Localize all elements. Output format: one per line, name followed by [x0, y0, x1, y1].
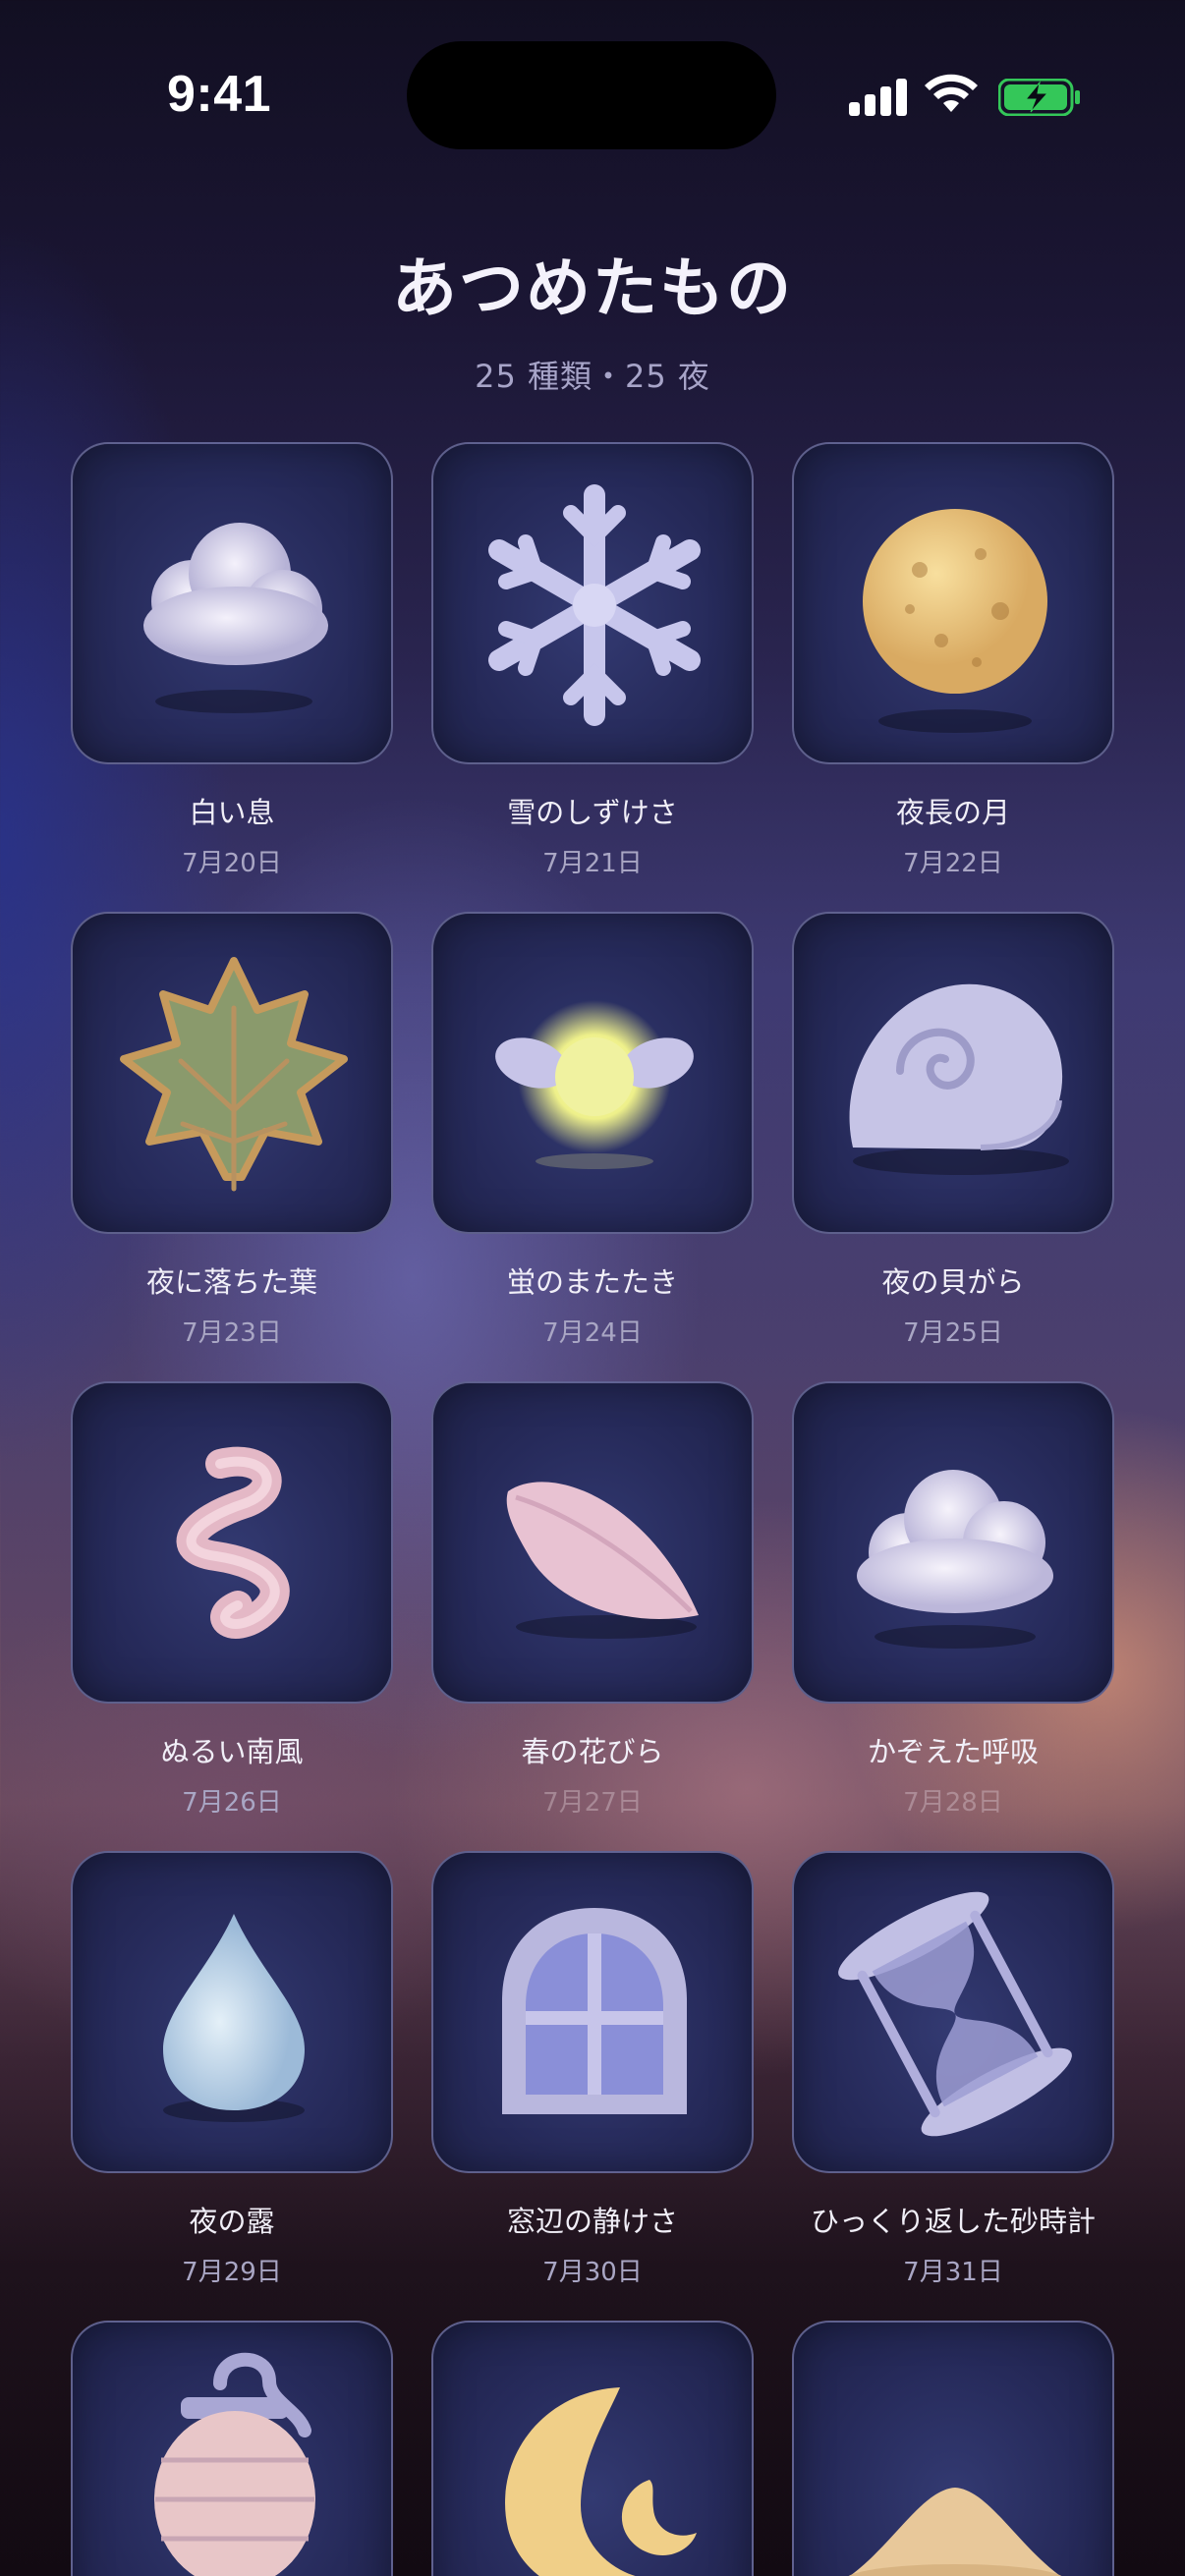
item-name: かぞえた呼吸 — [867, 1735, 1039, 1768]
item-date: 7月21日 — [542, 849, 643, 878]
snowflake-icon — [488, 484, 701, 726]
item-name: 窓辺の静けさ — [506, 2205, 678, 2238]
item-tile[interactable] — [71, 442, 393, 764]
item-name: 夜の貝がら — [881, 1265, 1025, 1299]
item-name: 雪のしずけさ — [507, 796, 678, 829]
collection-item[interactable]: 夜の露 7月29日 — [71, 1851, 393, 2288]
item-date: 7月23日 — [182, 1318, 282, 1348]
item-name: 春の花びら — [521, 1735, 664, 1768]
item-name: 蛍のまたたき — [506, 1265, 678, 1299]
firefly-icon — [495, 1000, 694, 1169]
item-tile[interactable] — [71, 1851, 393, 2173]
collection-header: あつめたもの 25 種類・25 夜 — [0, 236, 1185, 397]
item-date: 7月31日 — [903, 2258, 1003, 2287]
collection-item[interactable]: 夜長の月 7月22日 — [792, 442, 1114, 879]
leaf-icon — [120, 957, 348, 1192]
dynamic-island — [407, 41, 776, 149]
item-tile[interactable] — [431, 2321, 754, 2576]
status-bar: 9:41 — [0, 0, 1185, 187]
item-date: 7月25日 — [903, 1318, 1003, 1348]
collection-item[interactable] — [431, 2321, 754, 2576]
collection-count: 25 種類・25 夜 — [475, 358, 710, 395]
cloud-icon — [143, 523, 328, 713]
collection-item[interactable]: ひっくり返した砂時計 7月31日 — [792, 1851, 1114, 2288]
item-date: 7月29日 — [182, 2258, 282, 2287]
shell-icon — [849, 983, 1069, 1175]
crescent-moon-icon — [505, 2387, 697, 2576]
item-date: 7月27日 — [542, 1788, 643, 1818]
item-date: 7月28日 — [903, 1788, 1003, 1818]
item-date: 7月20日 — [182, 849, 282, 878]
item-date: 7月26日 — [182, 1788, 282, 1818]
item-tile[interactable] — [792, 1381, 1114, 1704]
collection-item[interactable]: 蛍のまたたき 7月24日 — [431, 912, 754, 1349]
item-tile[interactable] — [431, 1381, 754, 1704]
dewdrop-icon — [163, 1914, 305, 2122]
collection-item[interactable]: ぬるい南風 7月26日 — [71, 1381, 393, 1819]
item-name: ぬるい南風 — [160, 1735, 304, 1768]
item-tile[interactable] — [792, 442, 1114, 764]
item-date: 7月22日 — [903, 849, 1003, 878]
sand-pile-icon — [848, 2488, 1062, 2576]
item-name: 夜に落ちた葉 — [145, 1265, 317, 1299]
item-tile[interactable] — [71, 2321, 393, 2576]
collection-item[interactable] — [71, 2321, 393, 2576]
item-date: 7月30日 — [542, 2258, 643, 2287]
collection-item[interactable]: 夜に落ちた葉 7月23日 — [71, 912, 393, 1349]
item-tile[interactable] — [792, 1851, 1114, 2173]
wind-ribbon-icon — [176, 1446, 290, 1639]
item-tile[interactable] — [431, 1851, 754, 2173]
battery-charging-icon — [998, 79, 1080, 116]
item-tile[interactable] — [792, 912, 1114, 1234]
item-tile[interactable] — [71, 912, 393, 1234]
collection-item[interactable] — [792, 2321, 1114, 2576]
item-tile[interactable] — [71, 1381, 393, 1704]
page-title: あつめたもの — [392, 251, 793, 326]
window-icon — [502, 1908, 687, 2114]
item-name: 夜長の月 — [895, 796, 1010, 829]
cloud-icon — [857, 1470, 1053, 1649]
item-name: ひっくり返した砂時計 — [810, 2205, 1096, 2238]
status-time: 9:41 — [167, 66, 272, 123]
collection-item[interactable]: 窓辺の静けさ 7月30日 — [431, 1851, 754, 2288]
hourglass-icon — [838, 1891, 1072, 2137]
collection-item[interactable]: かぞえた呼吸 7月28日 — [792, 1381, 1114, 1819]
petal-icon — [506, 1482, 699, 1639]
lantern-icon — [154, 2352, 315, 2576]
collection-item[interactable]: 春の花びら 7月27日 — [431, 1381, 754, 1819]
cellular-signal-icon — [849, 77, 908, 116]
collection-item[interactable]: 雪のしずけさ 7月21日 — [431, 442, 754, 879]
item-tile[interactable] — [431, 442, 754, 764]
item-name: 夜の露 — [189, 2205, 275, 2238]
collection-item[interactable]: 夜の貝がら 7月25日 — [792, 912, 1114, 1349]
wifi-icon — [925, 74, 978, 112]
item-name: 白い息 — [189, 796, 275, 829]
item-tile[interactable] — [431, 912, 754, 1234]
item-tile[interactable] — [792, 2321, 1114, 2576]
item-date: 7月24日 — [542, 1318, 643, 1348]
full-moon-icon — [863, 509, 1047, 733]
collection-item[interactable]: 白い息 7月20日 — [71, 442, 393, 879]
